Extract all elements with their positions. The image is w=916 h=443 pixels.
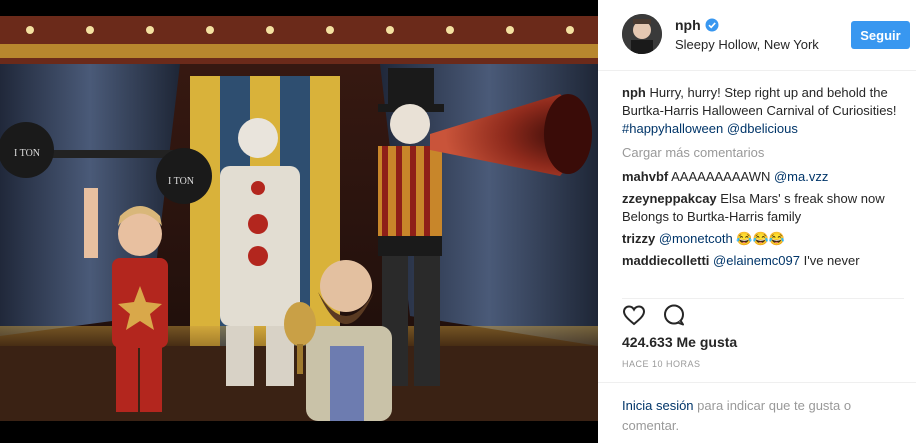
location-link[interactable]: Sleepy Hollow, New York [675,37,819,52]
comment-username[interactable]: trizzy [622,231,655,246]
post-header: nph Sleepy Hollow, New York Seguir [598,0,916,71]
like-count[interactable]: 424.633 Me gusta [622,334,737,350]
svg-text:I TON: I TON [168,176,194,187]
post-photo[interactable]: I TON I TON [0,16,598,421]
svg-text:I TON: I TON [14,148,40,159]
caption-hashtag[interactable]: #happyhalloween [622,121,723,136]
comment-item: maddiecolletti @elainemc097 I've never [622,252,902,270]
post-sidebar: nph Sleepy Hollow, New York Seguir nph H… [598,0,916,443]
load-more-comments[interactable]: Cargar más comentarios [622,144,902,162]
comment-username[interactable]: maddiecolletti [622,253,709,268]
comment-mention[interactable]: @elainemc097 [713,253,800,268]
divider [598,382,916,383]
halloween-carnival-photo: I TON I TON [0,16,598,421]
comment-item: zzeyneppakcay Elsa Mars' s freak show no… [622,190,902,226]
comment-text: I've never [803,253,860,268]
comment-item: mahvbf AAAAAAAAAWN @ma.vzz [622,168,902,186]
post-actions [622,298,904,327]
post-timestamp[interactable]: HACE 10 HORAS [622,359,701,369]
comment-mention[interactable]: @monetcoth [659,231,733,246]
comments-list: nph Hurry, hurry! Step right up and beho… [622,84,902,284]
comment-mention[interactable]: @ma.vzz [774,169,828,184]
comment-text: AAAAAAAAAWN [671,169,771,184]
username[interactable]: nph [675,17,701,33]
comment-item: trizzy @monetcoth 😂😂😂 [622,230,902,248]
heart-icon[interactable] [622,303,646,332]
caption: nph Hurry, hurry! Step right up and beho… [622,84,902,138]
comment-emoji: 😂😂😂 [736,231,785,246]
follow-button[interactable]: Seguir [851,21,910,49]
caption-text: Hurry, hurry! Step right up and behold t… [622,85,897,118]
avatar-image [622,14,662,54]
caption-username[interactable]: nph [622,85,646,100]
login-link[interactable]: Inicia sesión [622,398,694,413]
avatar[interactable] [622,14,662,54]
comment-username[interactable]: mahvbf [622,169,668,184]
comment-username[interactable]: zzeyneppakcay [622,191,717,206]
verified-icon [705,18,719,32]
post-viewer: I TON I TON nph Sleepy Hollow, New York … [0,0,916,443]
login-prompt: Inicia sesión para indicar que te gusta … [622,396,892,436]
caption-mention[interactable]: @dbelicious [727,121,798,136]
comment-icon[interactable] [662,303,686,332]
